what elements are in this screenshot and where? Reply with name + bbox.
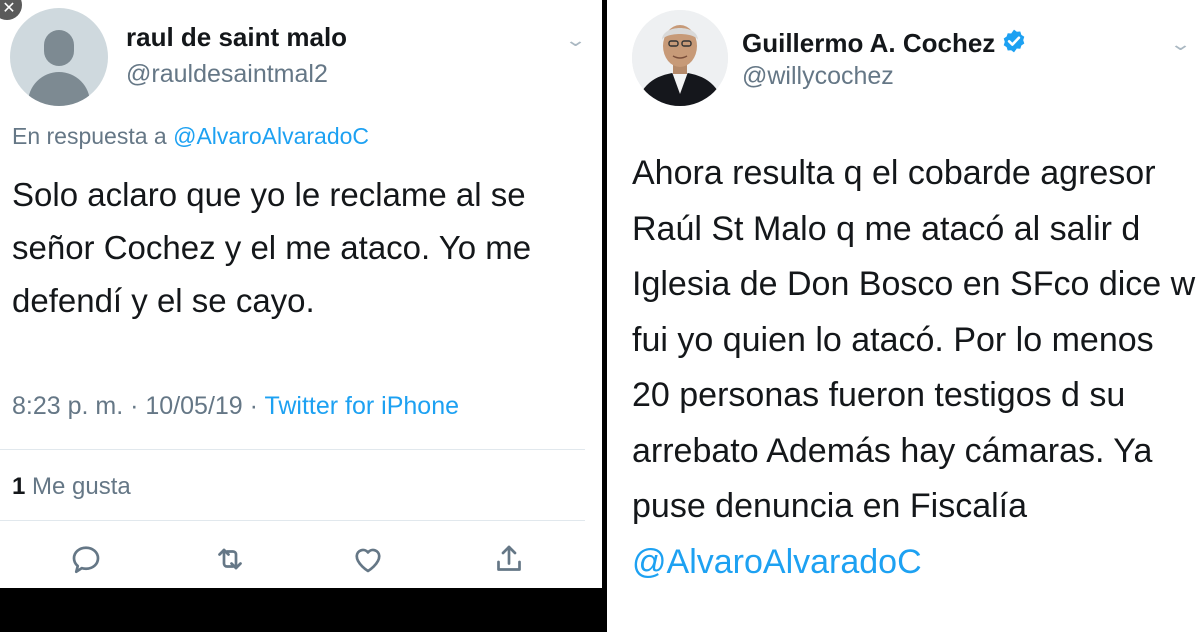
- chevron-down-icon[interactable]: ⌄: [1169, 34, 1192, 55]
- verified-badge-icon: [1001, 28, 1027, 61]
- divider-line: [0, 449, 585, 450]
- default-avatar-shoulders: [28, 72, 90, 106]
- chevron-down-icon[interactable]: ⌄: [564, 30, 587, 51]
- tweet-text: Solo aclaro que yo le reclame al se seño…: [12, 176, 532, 319]
- reply-mention-link[interactable]: @AlvaroAlvaradoC: [173, 123, 369, 149]
- black-bar: [0, 588, 602, 632]
- divider-line: [0, 520, 585, 521]
- source-link[interactable]: Twitter for iPhone: [264, 392, 459, 420]
- timestamp[interactable]: 8:23 p. m. · 10/05/19 ·: [12, 392, 264, 420]
- author-name: Guillermo A. Cochez: [742, 28, 996, 58]
- likes-label: Me gusta: [32, 473, 131, 500]
- tweet-body: Ahora resulta q el cobarde agresor Raúl …: [632, 154, 1196, 525]
- likes-number: 1: [12, 473, 26, 500]
- likes-count[interactable]: 1 Me gusta: [12, 473, 131, 501]
- reply-icon[interactable]: [68, 541, 104, 577]
- retweet-icon[interactable]: [212, 541, 248, 577]
- tweet-meta: 8:23 p. m. · 10/05/19 · Twitter for iPho…: [12, 392, 459, 421]
- author-name-row[interactable]: Guillermo A. Cochez: [742, 28, 1027, 61]
- reply-prefix: En respuesta a: [12, 123, 167, 149]
- author-name[interactable]: raul de saint malo: [126, 22, 347, 53]
- mention-link[interactable]: @AlvaroAlvaradoC: [632, 543, 922, 581]
- right-tweet: Guillermo A. Cochez @willycochez ⌄ Ahora…: [607, 0, 1200, 632]
- avatar[interactable]: [632, 10, 728, 106]
- tweet-text: Ahora resulta q el cobarde agresor Raúl …: [632, 146, 1197, 590]
- left-tweet: ✕ raul de saint malo @rauldesaintmal2 ⌄ …: [0, 0, 602, 588]
- close-icon[interactable]: ✕: [0, 0, 22, 20]
- like-icon[interactable]: [350, 541, 386, 577]
- author-handle[interactable]: @willycochez: [742, 62, 894, 91]
- default-avatar-head: [44, 30, 74, 66]
- share-icon[interactable]: [491, 541, 527, 577]
- avatar[interactable]: [10, 8, 108, 106]
- author-handle[interactable]: @rauldesaintmal2: [126, 60, 328, 89]
- reply-context: En respuesta a @AlvaroAlvaradoC: [12, 123, 369, 150]
